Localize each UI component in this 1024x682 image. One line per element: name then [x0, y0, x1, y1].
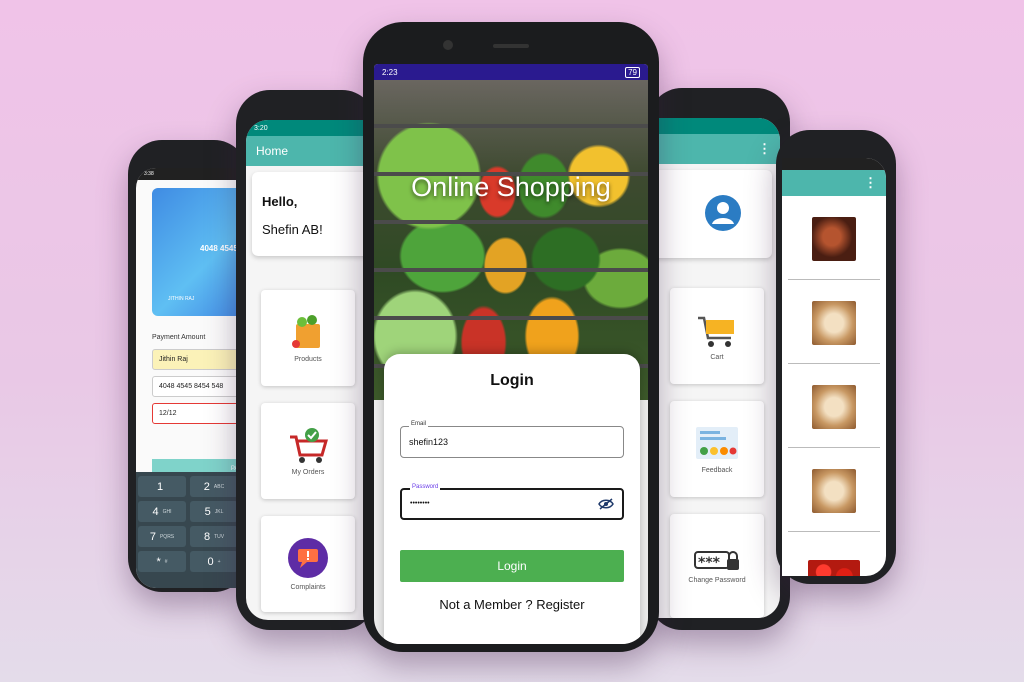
- key-4[interactable]: 4 GHI: [138, 501, 186, 522]
- expiry-field[interactable]: 12/12: [152, 403, 240, 424]
- product-thumb: [812, 300, 856, 345]
- payment-phone: 3:38 4048 4545 JITHIN RAJ Payment Amount…: [128, 140, 248, 592]
- products-screen: ⋮: [782, 158, 886, 576]
- profile-card: [652, 170, 772, 258]
- greeting-text: Hello,: [262, 194, 298, 209]
- feedback-label: Feedback: [701, 466, 733, 474]
- product-thumb: [812, 468, 856, 513]
- greeting-card: Hello, Shefin AB!: [252, 172, 372, 256]
- grocery-hero-image: [374, 80, 648, 400]
- user-name: Shefin AB!: [262, 222, 323, 237]
- status-bar: [652, 118, 780, 134]
- user-avatar-icon[interactable]: [704, 194, 742, 232]
- key-star[interactable]: * #: [138, 551, 186, 572]
- card-holder: JITHIN RAJ: [168, 296, 195, 302]
- overflow-menu-icon[interactable]: ⋮: [758, 141, 771, 157]
- email-label: Email: [409, 421, 429, 427]
- overflow-menu-icon[interactable]: ⋮: [864, 175, 877, 191]
- key-7[interactable]: 7 PQRS: [138, 526, 186, 547]
- name-field[interactable]: Jithin Raj: [152, 349, 240, 370]
- status-bar: 3:38: [136, 168, 240, 180]
- key-0[interactable]: 0 +: [190, 551, 238, 572]
- login-card: Login Email shefin123 Password •••••••• …: [384, 354, 640, 644]
- product-thumb: [812, 384, 856, 429]
- home-phone: 3:20 Home Hello, Shefin AB! Products My …: [236, 90, 376, 630]
- password-lock-icon: ***: [694, 550, 739, 571]
- products-app-bar: ⋮: [782, 170, 886, 196]
- complaint-icon: [288, 537, 328, 578]
- front-camera: [443, 40, 453, 50]
- home-app-bar: Home: [246, 136, 372, 166]
- feedback-icon: [696, 426, 738, 459]
- password-field[interactable]: Password ••••••••: [400, 484, 624, 520]
- change-password-label: Change Password: [688, 576, 746, 584]
- product-thumb: [812, 216, 856, 261]
- my-orders-tile[interactable]: My Orders: [261, 403, 355, 499]
- my-orders-label: My Orders: [291, 468, 325, 476]
- change-password-tile[interactable]: *** Change Password: [670, 514, 764, 618]
- grocery-bag-icon: [292, 314, 320, 348]
- shopping-cart-icon: [698, 316, 734, 347]
- status-bar: 3:20: [246, 120, 372, 136]
- products-label: Products: [294, 355, 322, 363]
- product-row[interactable]: [788, 534, 880, 576]
- svg-text:***: ***: [698, 555, 721, 571]
- key-1[interactable]: 1: [138, 476, 186, 497]
- login-button[interactable]: Login: [400, 550, 624, 582]
- login-title: Login: [490, 372, 534, 389]
- status-bar: [782, 158, 886, 170]
- product-row[interactable]: [788, 198, 880, 280]
- password-value: ••••••••: [410, 500, 430, 507]
- home-screen: 3:20 Home Hello, Shefin AB! Products My …: [246, 120, 372, 620]
- app-bar-title: Home: [256, 144, 289, 158]
- key-8[interactable]: 8 TUV: [190, 526, 238, 547]
- product-row[interactable]: [788, 282, 880, 364]
- email-field[interactable]: Email shefin123: [400, 421, 624, 458]
- card-number-field[interactable]: 4048 4545 8454 548: [152, 376, 240, 397]
- numeric-keypad: 1 2 ABC 4 GHI 5 JKL 7 PQRS 8 TUV * # 0 +: [136, 472, 240, 588]
- product-thumb: [808, 560, 860, 576]
- feedback-tile[interactable]: Feedback: [670, 401, 764, 497]
- products-phone: ⋮: [776, 130, 896, 584]
- status-time: 3:20: [254, 124, 268, 132]
- eye-slash-icon[interactable]: [598, 498, 614, 510]
- login-phone: 2:23 79 Online Shopping Login Email shef…: [363, 22, 659, 652]
- status-time: 3:38: [144, 171, 154, 177]
- status-bar: 2:23 79: [374, 64, 648, 80]
- login-screen: 2:23 79 Online Shopping Login Email shef…: [374, 64, 648, 644]
- earpiece: [493, 44, 529, 48]
- password-label: Password: [410, 484, 441, 490]
- battery-level: 79: [625, 66, 640, 78]
- credit-card-preview: 4048 4545 JITHIN RAJ: [152, 188, 240, 316]
- cart-tile[interactable]: Cart: [670, 288, 764, 384]
- product-row[interactable]: [788, 450, 880, 532]
- email-value: shefin123: [409, 437, 449, 447]
- menu-phone: ⋮ Cart Feedback *** Change Password: [648, 88, 790, 630]
- card-number: 4048 4545: [200, 244, 238, 253]
- complaints-tile[interactable]: Complaints: [261, 516, 355, 612]
- cart-label: Cart: [710, 353, 724, 361]
- product-row[interactable]: [788, 366, 880, 448]
- payment-amount-label: Payment Amount: [152, 334, 206, 341]
- register-link[interactable]: Not a Member ? Register: [384, 597, 640, 612]
- status-time: 2:23: [382, 67, 398, 77]
- key-2[interactable]: 2 ABC: [190, 476, 238, 497]
- payment-screen: 3:38 4048 4545 JITHIN RAJ Payment Amount…: [136, 168, 240, 588]
- key-5[interactable]: 5 JKL: [190, 501, 238, 522]
- cart-check-icon: [290, 427, 328, 463]
- hero-title: Online Shopping: [411, 172, 611, 202]
- products-tile[interactable]: Products: [261, 290, 355, 386]
- menu-screen: ⋮ Cart Feedback *** Change Password: [652, 118, 780, 618]
- complaints-label: Complaints: [290, 583, 326, 591]
- menu-app-bar: ⋮: [652, 134, 780, 164]
